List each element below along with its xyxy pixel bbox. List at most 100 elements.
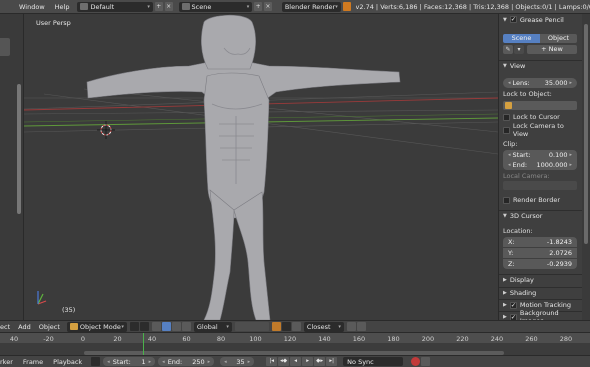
snap-toggle-icon[interactable]	[281, 322, 291, 331]
motion-tracking-checkbox[interactable]	[509, 301, 517, 309]
transform-orientation-selector[interactable]: Global ▾	[193, 321, 232, 332]
layout-selector[interactable]: Default ▾	[77, 1, 153, 12]
grease-pencil-header[interactable]: ▼ Grease Pencil	[499, 14, 582, 25]
jump-start-icon[interactable]: |◂	[266, 357, 278, 366]
render-engine-selector[interactable]: Blender Render ▾	[281, 1, 341, 12]
3d-cursor-section-header[interactable]: ▼ 3D Cursor	[499, 210, 582, 221]
scene-selector[interactable]: Scene ▾	[178, 1, 253, 12]
add-layout-icon[interactable]: +	[154, 2, 163, 11]
menu-object[interactable]: Object	[35, 323, 64, 331]
scale-manipulator-icon[interactable]	[181, 322, 191, 331]
scene-tab[interactable]: Scene	[503, 34, 540, 43]
play-icon[interactable]: ▸	[302, 357, 314, 366]
sync-mode-name: No Sync	[347, 357, 374, 366]
decrement-icon[interactable]: ◂	[508, 162, 511, 168]
scrollbar-thumb[interactable]	[584, 24, 588, 244]
lens-field[interactable]: ◂ Lens: 35.000 ▸	[503, 78, 577, 88]
menu-select[interactable]: ect	[0, 323, 14, 331]
menu-playback[interactable]: Playback	[48, 358, 87, 366]
cursor-y-field[interactable]: Y: 2.0726	[503, 248, 577, 258]
decrement-icon[interactable]: ◂	[162, 359, 165, 365]
tool-shelf-scrollbar[interactable]	[17, 84, 21, 214]
remove-layout-icon[interactable]: ×	[164, 2, 173, 11]
menu-frame[interactable]: Frame	[18, 358, 48, 366]
character-mesh	[86, 14, 401, 320]
background-images-section-header[interactable]: ▶ Background Images	[499, 309, 582, 320]
clip-start-field[interactable]: ◂ Start: 0.100 ▸	[503, 150, 577, 160]
snap-element-icon[interactable]	[291, 322, 301, 331]
render-border-option[interactable]: Render Border	[503, 195, 579, 205]
lock-camera-checkbox[interactable]	[503, 126, 510, 134]
start-frame-field[interactable]: ◂ Start: 1 ▸	[103, 357, 156, 366]
shading-section-header[interactable]: ▶ Shading	[499, 287, 582, 298]
view-section-header[interactable]: ▼ View	[499, 60, 582, 71]
add-scene-icon[interactable]: +	[254, 2, 263, 11]
decrement-icon[interactable]: ◂	[508, 80, 511, 86]
pencil-icon[interactable]: ✎	[503, 45, 513, 54]
decrement-icon[interactable]: ◂	[224, 359, 227, 365]
collapsed-icon: ▶	[503, 290, 507, 296]
cursor-x-field[interactable]: X: -1.8243	[503, 237, 577, 247]
grease-pencil-datablock-row: ✎ ▾ + New	[503, 45, 577, 54]
tool-shelf-collapsed[interactable]	[0, 14, 24, 320]
decrement-icon[interactable]: ◂	[107, 359, 110, 365]
scene-name: Scene	[191, 2, 212, 11]
increment-icon[interactable]: ▸	[569, 80, 572, 86]
cursor-z-field[interactable]: Z: -0.2939	[503, 259, 577, 269]
keying-set-icon[interactable]	[421, 357, 431, 366]
prev-keyframe-icon[interactable]: ◂◆	[278, 357, 290, 366]
snap-target-selector[interactable]: Closest ▾	[303, 321, 344, 332]
properties-panel-scrollbar[interactable]	[582, 14, 590, 320]
timeline-editor[interactable]: 40 -20 0 20 40 60 80 100 120 140 160 180 200 220 240 26…	[0, 332, 590, 355]
translate-manipulator-icon[interactable]	[161, 322, 171, 331]
3d-viewport[interactable]: User Persp (35)	[24, 14, 498, 320]
current-frame-line[interactable]	[143, 333, 145, 355]
play-reverse-icon[interactable]: ◂	[290, 357, 302, 366]
display-section-title: Display	[509, 276, 534, 284]
opengl-render-icon[interactable]	[346, 322, 356, 331]
sync-mode-selector[interactable]: No Sync	[343, 357, 404, 366]
increment-icon[interactable]: ▸	[149, 359, 152, 365]
render-border-checkbox[interactable]	[503, 196, 510, 204]
increment-icon[interactable]: ▸	[569, 162, 572, 168]
menu-marker[interactable]: rker	[0, 358, 18, 366]
display-section-header[interactable]: ▶ Display	[499, 274, 582, 285]
menu-help[interactable]: Help	[50, 3, 75, 11]
end-frame-field[interactable]: ◂ End: 250 ▸	[158, 357, 215, 366]
clip-end-field[interactable]: ◂ End: 1000.000 ▸	[503, 160, 577, 170]
lock-object-field[interactable]	[503, 101, 577, 110]
expand-icon: ▼	[503, 213, 507, 219]
manipulator-toggle-icon[interactable]	[151, 322, 161, 331]
increment-icon[interactable]: ▸	[208, 359, 211, 365]
current-frame-field[interactable]: ◂ 35 ▸	[220, 357, 255, 366]
viewport-shading-icon[interactable]	[129, 322, 139, 331]
lock-cursor-option[interactable]: Lock to Cursor	[503, 112, 579, 122]
opengl-animation-icon[interactable]	[356, 322, 366, 331]
preview-range-icon[interactable]	[91, 357, 101, 366]
viewport-header: ect Add Object Object Mode ▾ Global ▾ Cl…	[0, 320, 590, 332]
pivot-point-icon[interactable]	[139, 322, 149, 331]
layer-buttons-icon[interactable]	[234, 322, 269, 331]
jump-end-icon[interactable]: ▸|	[326, 357, 338, 366]
object-mode-icon	[69, 323, 78, 330]
grease-pencil-checkbox[interactable]	[509, 16, 517, 23]
increment-icon[interactable]: ▸	[248, 359, 251, 365]
frame-ruler[interactable]: 40 -20 0 20 40 60 80 100 120 140 160 180 200 220 240 26…	[0, 333, 590, 343]
remove-scene-icon[interactable]: ×	[264, 2, 272, 11]
mode-selector[interactable]: Object Mode ▾	[66, 321, 127, 332]
browse-icon[interactable]: ▾	[514, 45, 524, 54]
new-grease-pencil-button[interactable]: + New	[527, 45, 577, 54]
menu-window[interactable]: Window	[14, 3, 50, 11]
increment-icon[interactable]: ▸	[569, 152, 572, 158]
lock-camera-option[interactable]: Lock Camera to View	[503, 122, 579, 138]
object-tab[interactable]: Object	[540, 34, 577, 43]
rotate-manipulator-icon[interactable]	[171, 322, 181, 331]
grease-pencil-title: Grease Pencil	[519, 15, 564, 24]
proportional-edit-icon[interactable]	[271, 322, 281, 331]
menu-add[interactable]: Add	[14, 323, 35, 331]
tool-shelf-tab[interactable]	[0, 38, 10, 56]
record-icon[interactable]	[411, 357, 421, 366]
next-keyframe-icon[interactable]: ◆▸	[314, 357, 326, 366]
lock-cursor-checkbox[interactable]	[503, 113, 510, 121]
decrement-icon[interactable]: ◂	[508, 152, 511, 158]
